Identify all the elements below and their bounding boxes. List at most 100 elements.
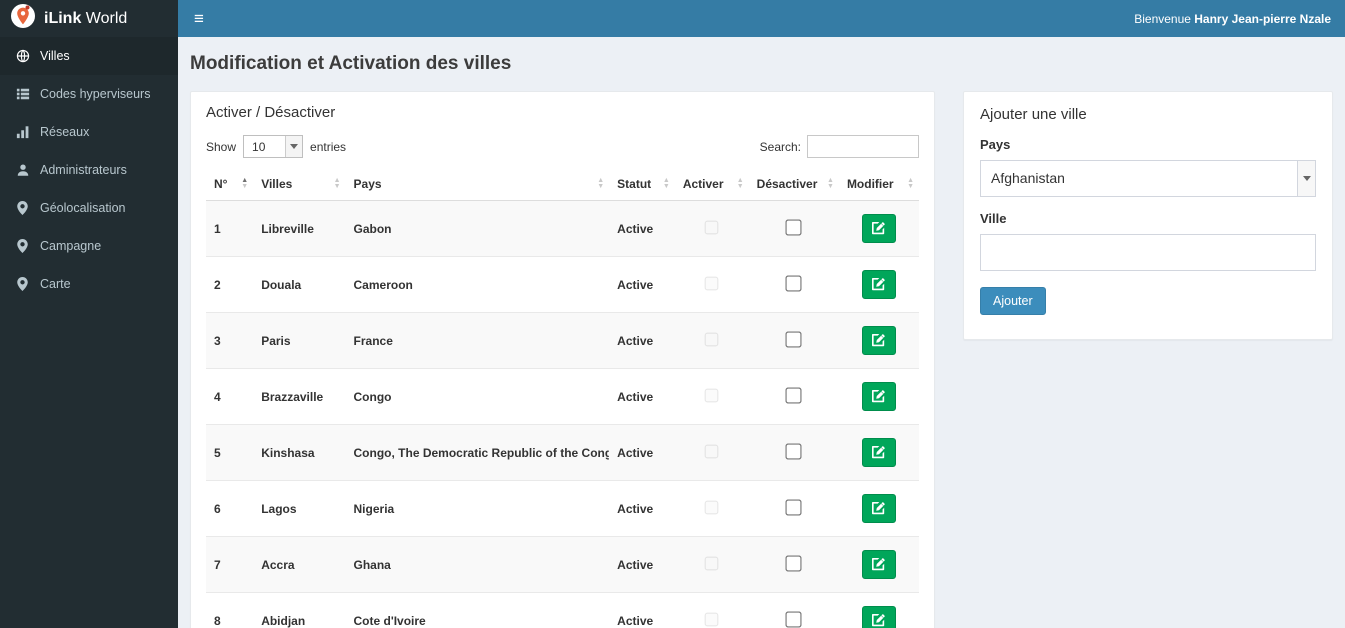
cell-ville: Lagos xyxy=(253,480,346,537)
sort-icon: ▲ ▼ xyxy=(597,177,605,190)
modifier-button[interactable] xyxy=(861,270,896,299)
sort-icon: ▲ ▼ xyxy=(333,177,341,190)
ville-input[interactable] xyxy=(980,234,1316,271)
column-header-activer[interactable]: Activer ▲ ▼ xyxy=(674,168,749,201)
table-row: 5 Kinshasa Congo, The Democratic Republic … xyxy=(206,424,919,481)
modifier-button[interactable] xyxy=(861,382,896,411)
cell-ville: Libreville xyxy=(253,200,346,257)
desactiver-checkbox[interactable] xyxy=(785,442,802,460)
topbar: iLink World ≡ Bienvenue Hanry Jean-pierr… xyxy=(0,0,1345,37)
sidebar-item-villes[interactable]: Villes xyxy=(0,37,178,75)
main-content: Modification et Activation des villes Ac… xyxy=(178,37,1345,628)
search-label: Search: xyxy=(759,139,801,154)
column-header-label: Modifier xyxy=(846,177,894,191)
table-row: 2 Douala Cameroon Active xyxy=(206,256,919,313)
cell-statut: Active xyxy=(609,424,675,481)
entries-select-value: 10 xyxy=(252,140,266,154)
sidebar: Villes Codes hyperviseurs Réseaux Administr… xyxy=(0,37,178,628)
edit-pencil-icon xyxy=(872,502,886,515)
modifier-button[interactable] xyxy=(861,214,896,243)
welcome-message: Bienvenue Hanry Jean-pierre Nzale xyxy=(1134,12,1345,26)
desactiver-checkbox[interactable] xyxy=(785,554,802,572)
sidebar-menu: Villes Codes hyperviseurs Réseaux Administr… xyxy=(0,37,178,303)
column-header-desactiver[interactable]: Désactiver ▲ ▼ xyxy=(748,168,839,201)
column-header-label: Pays xyxy=(353,177,382,191)
edit-pencil-icon xyxy=(872,334,886,347)
table-row: 7 Accra Ghana Active xyxy=(206,536,919,593)
globe-icon xyxy=(15,49,30,63)
sort-icon: ▲ ▼ xyxy=(241,177,249,190)
cell-num: 1 xyxy=(206,200,254,257)
show-label: Show xyxy=(206,139,237,154)
desactiver-checkbox[interactable] xyxy=(785,330,802,348)
cell-num: 8 xyxy=(206,592,254,628)
welcome-prefix: Bienvenue xyxy=(1134,11,1195,26)
edit-pencil-icon xyxy=(872,390,886,403)
cell-ville: Paris xyxy=(253,312,346,369)
sidebar-item-administrateurs[interactable]: Administrateurs xyxy=(0,151,178,189)
search-input[interactable] xyxy=(807,135,919,158)
cell-statut: Active xyxy=(609,312,675,369)
sidebar-item-reseaux[interactable]: Réseaux xyxy=(0,113,178,151)
activer-checkbox xyxy=(704,612,719,626)
page-title: Modification et Activation des villes xyxy=(190,53,512,74)
activer-checkbox xyxy=(704,332,719,346)
list-icon xyxy=(15,87,30,101)
cell-pays: Ghana xyxy=(345,536,610,593)
entries-select[interactable]: 10 xyxy=(243,135,304,158)
column-header-pays[interactable]: Pays ▲ ▼ xyxy=(345,168,610,201)
column-header-modifier[interactable]: Modifier ▲ ▼ xyxy=(838,168,919,201)
sidebar-item-campagne[interactable]: Campagne xyxy=(0,227,178,265)
ajouter-button[interactable]: Ajouter xyxy=(980,287,1046,315)
activer-checkbox xyxy=(704,220,719,234)
modifier-button[interactable] xyxy=(861,326,896,355)
sort-icon: ▲ ▼ xyxy=(907,177,914,190)
modifier-button[interactable] xyxy=(861,550,896,579)
sidebar-item-codes-hyperviseurs[interactable]: Codes hyperviseurs xyxy=(0,75,178,113)
cell-num: 5 xyxy=(206,424,254,481)
activer-checkbox xyxy=(704,388,719,402)
signal-bars-icon xyxy=(15,125,30,139)
modifier-button[interactable] xyxy=(861,438,896,467)
user-icon xyxy=(15,163,30,177)
cell-statut: Active xyxy=(609,480,675,537)
column-header-statut[interactable]: Statut ▲ ▼ xyxy=(609,168,675,201)
sidebar-toggle-icon[interactable]: ≡ xyxy=(178,0,220,37)
search-control: Search: xyxy=(760,135,919,158)
cell-pays: Cote d'Ivoire xyxy=(345,592,610,628)
column-header-n[interactable]: N° ▲ ▼ xyxy=(206,168,254,201)
modifier-button[interactable] xyxy=(861,606,896,628)
cell-num: 6 xyxy=(206,480,254,537)
desactiver-checkbox[interactable] xyxy=(785,610,802,628)
villes-table-panel: Activer / Désactiver Show 10 entries Sea… xyxy=(190,91,935,628)
table-row: 6 Lagos Nigeria Active xyxy=(206,480,919,537)
cell-pays: Congo, The Democratic Republic of the Co… xyxy=(345,424,610,481)
desactiver-checkbox[interactable] xyxy=(785,498,802,516)
sidebar-item-carte[interactable]: Carte xyxy=(0,265,178,303)
sort-icon: ▲ ▼ xyxy=(827,177,834,190)
desactiver-checkbox[interactable] xyxy=(785,218,802,236)
sort-icon: ▲ ▼ xyxy=(662,177,670,190)
activer-checkbox xyxy=(704,500,719,514)
pays-select-value: Afghanistan xyxy=(991,170,1065,186)
desactiver-checkbox[interactable] xyxy=(785,274,802,292)
cell-num: 7 xyxy=(206,536,254,593)
table-panel-title: Activer / Désactiver xyxy=(206,104,336,121)
app-title-bold: iLink xyxy=(44,9,82,27)
logo-area[interactable]: iLink World xyxy=(0,0,178,37)
table-row: 4 Brazzaville Congo Active xyxy=(206,368,919,425)
column-header-villes[interactable]: Villes ▲ ▼ xyxy=(253,168,346,201)
app-title-light: World xyxy=(85,9,128,27)
modifier-button[interactable] xyxy=(861,494,896,523)
entries-length-control: Show 10 entries xyxy=(206,135,346,158)
app-logo-icon xyxy=(10,3,36,34)
edit-pencil-icon xyxy=(872,558,886,571)
cell-statut: Active xyxy=(609,536,675,593)
sidebar-item-label: Réseaux xyxy=(40,125,90,139)
cell-ville: Kinshasa xyxy=(253,424,346,481)
sidebar-item-geolocalisation[interactable]: Géolocalisation xyxy=(0,189,178,227)
entries-label: entries xyxy=(310,139,347,154)
desactiver-checkbox[interactable] xyxy=(785,386,802,404)
pays-select[interactable]: Afghanistan xyxy=(980,160,1316,197)
table-body: 1 Libreville Gabon Active 2 Douala Cameroon Act… xyxy=(206,200,919,628)
